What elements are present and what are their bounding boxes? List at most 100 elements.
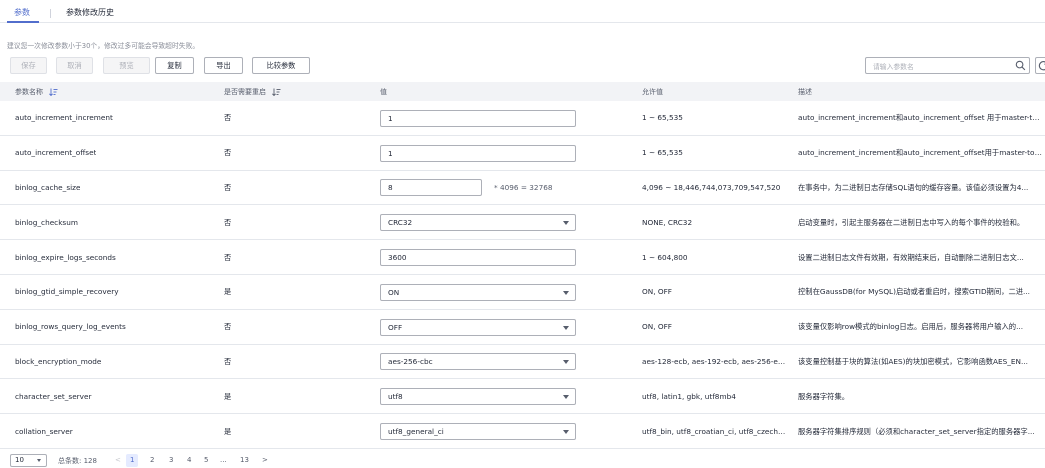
search-input[interactable]: 请输入参数名 — [865, 57, 1030, 74]
value-select[interactable]: aes-256-cbc — [380, 353, 576, 371]
value-text: 1 — [388, 148, 393, 158]
page-size-select[interactable]: 10 — [10, 454, 47, 467]
value-input[interactable]: 8 — [380, 179, 482, 197]
preview-button[interactable]: 预览 — [103, 57, 150, 74]
table-header: 参数名称 是否需要重启 值 允许值 描述 — [0, 82, 1045, 101]
sort-icon[interactable] — [272, 88, 281, 96]
page-link[interactable]: 5 — [204, 456, 208, 464]
value-select[interactable]: utf8_general_ci — [380, 423, 576, 441]
table-row: collation_server 是 utf8_general_ci utf8_bin… — [0, 414, 1045, 449]
pagination: 10 总条数: 128 < 1 2 3 4 5 ... 13 > — [0, 452, 1045, 468]
allowed-values: 4,096 ~ 18,446,744,073,709,547,520 — [642, 182, 781, 192]
tab-parameter-history[interactable]: 参数修改历史 — [66, 8, 114, 18]
value-text: utf8 — [388, 392, 403, 402]
page-link[interactable]: 4 — [187, 456, 191, 464]
table-row: binlog_gtid_simple_recovery 是 ON ON, OFF 控制在… — [0, 275, 1045, 310]
table-row: binlog_checksum 否 CRC32 NONE, CRC32 启动变量时，引起… — [0, 205, 1045, 241]
page-link[interactable]: 3 — [169, 456, 173, 464]
value-input[interactable]: 3600 — [380, 249, 576, 267]
value-text: 3600 — [388, 253, 407, 263]
value-text: CRC32 — [388, 218, 413, 228]
search-icon[interactable] — [1015, 60, 1026, 71]
prev-page-button[interactable]: < — [115, 456, 121, 464]
allowed-values: utf8, latin1, gbk, utf8mb4 — [642, 391, 736, 401]
header-allowed-values: 允许值 — [642, 88, 663, 96]
value-select[interactable]: OFF — [380, 318, 576, 336]
parameter-name: binlog_expire_logs_seconds — [15, 252, 116, 262]
parameter-name: block_encryption_mode — [15, 356, 102, 366]
description: 控制在GaussDB(for MySQL)启动或者重启时，搜索GTID期间，二进… — [798, 287, 1031, 297]
page-size-value: 10 — [15, 456, 24, 464]
modification-tip: 建议您一次修改参数小于30个，修改过多可能会导致超时失败。 — [7, 42, 200, 50]
total-count: 总条数: 128 — [58, 457, 97, 465]
table-row: block_encryption_mode 否 aes-256-cbc aes-128… — [0, 345, 1045, 380]
description: 该变量仅影响row模式的binlog日志。启用后，服务器将用户输入的... — [798, 322, 1024, 332]
refresh-button[interactable] — [1035, 57, 1045, 74]
allowed-values: ON, OFF — [642, 287, 672, 297]
restart-required: 否 — [224, 356, 232, 366]
save-button[interactable]: 保存 — [10, 57, 47, 74]
chevron-down-icon — [563, 290, 569, 295]
value-select[interactable]: ON — [380, 283, 576, 301]
tab-bar: 参数 参数修改历史 — [0, 0, 1045, 23]
page-link[interactable]: 2 — [150, 456, 154, 464]
table-row: binlog_expire_logs_seconds 否 3600 1 ~ 604,8… — [0, 240, 1045, 275]
parameter-name: binlog_gtid_simple_recovery — [15, 287, 119, 297]
value-select[interactable]: CRC32 — [380, 214, 576, 232]
restart-required: 否 — [224, 182, 232, 192]
table-row: binlog_cache_size 否 8 * 4096 = 32768 4,096 ~… — [0, 171, 1045, 206]
tab-parameters[interactable]: 参数 — [14, 8, 30, 18]
allowed-values: 1 ~ 604,800 — [642, 252, 688, 262]
chevron-down-icon — [563, 221, 569, 226]
page-link[interactable]: 1 — [130, 456, 134, 464]
parameter-name: auto_increment_increment — [15, 113, 113, 123]
header-parameter-name[interactable]: 参数名称 — [15, 87, 58, 97]
description: auto_increment_increment和auto_increment_… — [798, 113, 1043, 123]
restart-required: 否 — [224, 148, 232, 158]
value-input[interactable]: 1 — [380, 109, 576, 127]
compare-parameters-button[interactable]: 比较参数 — [252, 57, 310, 74]
parameter-name: collation_server — [15, 426, 73, 436]
table-row: character_set_server 是 utf8 utf8, latin1, g… — [0, 379, 1045, 415]
restart-required: 是 — [224, 287, 232, 297]
description: 该变量控制基于块的算法(如AES)的块加密模式，它影响函数AES_EN... — [798, 356, 1028, 366]
export-button[interactable]: 导出 — [204, 57, 243, 74]
restart-required: 否 — [224, 113, 232, 123]
allowed-values: utf8_bin, utf8_croatian_ci, utf8_czech_.… — [642, 426, 787, 436]
page-ellipsis[interactable]: ... — [220, 456, 227, 464]
value-text: ON — [388, 287, 400, 297]
allowed-values: ON, OFF — [642, 322, 672, 332]
parameter-name: binlog_rows_query_log_events — [15, 322, 126, 332]
table-row: auto_increment_increment 否 1 1 ~ 65,535 auto… — [0, 101, 1045, 136]
parameter-name: auto_increment_offset — [15, 148, 97, 158]
restart-required: 否 — [224, 217, 232, 227]
search-placeholder: 请输入参数名 — [873, 63, 914, 71]
allowed-values: aes-128-ecb, aes-192-ecb, aes-256-ec... — [642, 356, 787, 366]
tab-separator — [50, 9, 51, 18]
restart-required: 是 — [224, 391, 232, 401]
allowed-values: 1 ~ 65,535 — [642, 148, 683, 158]
description: 服务器字符集排序规则（必须和character_set_server指定的服务器… — [798, 426, 1035, 436]
copy-button[interactable]: 复制 — [155, 57, 194, 74]
sort-icon[interactable] — [49, 88, 58, 96]
table-row: auto_increment_offset 否 1 1 ~ 65,535 auto_in… — [0, 136, 1045, 171]
value-select[interactable]: utf8 — [380, 388, 576, 406]
parameter-name: character_set_server — [15, 391, 92, 401]
table-row: binlog_rows_query_log_events 否 OFF ON, OFF 该… — [0, 310, 1045, 345]
value-text: utf8_general_ci — [388, 427, 444, 437]
header-restart-required[interactable]: 是否需要重启 — [224, 87, 281, 97]
value-input[interactable]: 1 — [380, 144, 576, 162]
cancel-button[interactable]: 取消 — [56, 57, 93, 74]
chevron-down-icon — [563, 395, 569, 400]
allowed-values: 1 ~ 65,535 — [642, 113, 683, 123]
parameter-name: binlog_cache_size — [15, 182, 81, 192]
description: auto_increment_increment和auto_increment_… — [798, 148, 1043, 158]
description: 启动变量时，引起主服务器在二进制日志中写入的每个事件的校验和。 — [798, 217, 1025, 227]
next-page-button[interactable]: > — [262, 456, 268, 464]
value-text: OFF — [388, 322, 403, 332]
chevron-down-icon — [37, 459, 41, 462]
header-description: 描述 — [798, 88, 812, 96]
description: 服务器字符集。 — [798, 391, 850, 401]
header-parameter-name-label: 参数名称 — [15, 88, 43, 96]
page-link[interactable]: 13 — [240, 456, 249, 464]
